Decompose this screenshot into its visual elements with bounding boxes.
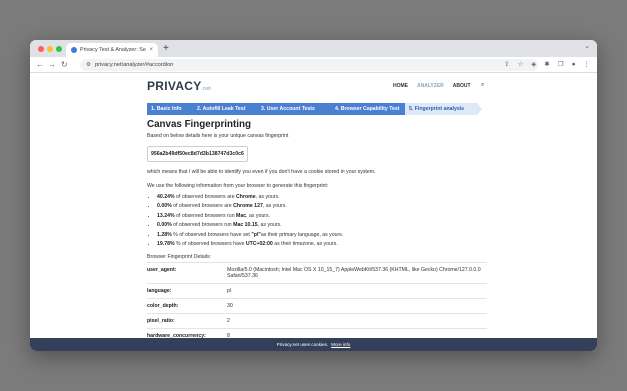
toolbar-icons: ⇪ ☆ ◈ ✱ ❐ ● ⋮ [504,61,590,69]
detail-value: pl [227,282,487,299]
new-tab-button[interactable]: + [163,43,169,55]
browser-toolbar: ← → ↻ ⚙ privacy.net/analyzer/#accordion … [30,57,597,73]
detail-value: 2 [227,312,487,329]
page-viewport: PRIVACY.net HOME ANALYZER ABOUT ⌕ 1. Bas… [30,73,597,351]
minimize-window-button[interactable] [47,46,53,52]
detail-key: pixel_ratio: [147,312,227,329]
bookmark-star-icon[interactable]: ☆ [517,61,523,69]
browser-menu-icon[interactable]: ⋮ [584,61,591,69]
list-item: 0.00% of observed browsers run Mac 10.15… [157,222,487,228]
extension-icon[interactable]: ◈ [531,61,536,69]
close-icon[interactable]: × [149,47,153,53]
intro-text: Based on below details here is your uniq… [147,133,289,139]
detail-key: language: [147,282,227,299]
cookie-text: Privacy.net uses cookies. [276,342,329,347]
step-fingerprint-analysis[interactable]: 5. Fingerprint analysis [405,103,482,115]
details-title: Browser Fingerprint Details: [147,253,212,260]
main-content: Canvas Fingerprinting Based on below det… [147,117,487,343]
maximize-window-button[interactable] [56,46,62,52]
cookie-banner: Privacy.net uses cookies. More info [30,338,597,351]
extensions-puzzle-icon[interactable]: ✱ [544,61,549,69]
list-item: 13.24% of observed browsers run Mac, as … [157,213,487,219]
back-icon[interactable]: ← [36,60,44,69]
tab-strip: Privacy Test & Analyzer: See × + ⌄ [30,40,597,57]
step-user-account-tests[interactable]: 3. User Account Tests [257,103,331,115]
tab-title: Privacy Test & Analyzer: See [80,47,147,53]
table-row: user_agent: Mozilla/5.0 (Macintosh; Inte… [147,261,487,284]
list-item: 0.00% of observed browsers are Chrome 12… [157,203,487,209]
install-icon[interactable]: ⇪ [504,61,509,69]
cookie-more-info-link[interactable]: More info [331,342,350,347]
forward-icon[interactable]: → [48,60,56,69]
identify-note: which means that I will be able to ident… [147,169,376,175]
logo-text: PRIVACY [147,79,202,93]
detail-value: Mozilla/5.0 (Macintosh; Intel Mac OS X 1… [227,261,487,284]
close-window-button[interactable] [38,46,44,52]
browser-window: Privacy Test & Analyzer: See × + ⌄ ← → ↻… [30,40,597,351]
info-note: We use the following information from yo… [147,183,329,189]
search-icon[interactable]: ⌕ [481,82,484,89]
profile-avatar-icon[interactable]: ● [572,61,576,69]
step-autofill-leak-test[interactable]: 2. Autofill Leak Test [193,103,257,115]
fingerprint-details-table: user_agent: Mozilla/5.0 (Macintosh; Inte… [147,261,487,343]
page-title: Canvas Fingerprinting [147,119,251,130]
fingerprint-hash: 956a2b49df50ec8d7d3b138747d3c0c6 [147,146,248,162]
browser-tab[interactable]: Privacy Test & Analyzer: See × [66,43,158,57]
fingerprint-facts-list: 40.24% of observed browsers are Chrome, … [147,194,487,247]
step-basic-info[interactable]: 1. Basic Info [147,103,193,115]
table-row: pixel_ratio: 2 [147,312,487,329]
table-row: language: pl [147,282,487,299]
side-panel-icon[interactable]: ❐ [558,61,564,69]
shield-icon [71,47,77,53]
tab-search-icon[interactable]: ⌄ [584,42,590,50]
logo-suffix: .net [201,86,212,92]
step-browser-capability-test[interactable]: 4. Browser Capability Test [331,103,405,115]
site-info-icon[interactable]: ⚙ [86,62,91,68]
detail-key: user_agent: [147,261,227,284]
reload-icon[interactable]: ↻ [61,60,68,69]
site-logo[interactable]: PRIVACY.net [147,79,211,93]
nav-analyzer[interactable]: ANALYZER [417,83,444,89]
nav-about[interactable]: ABOUT [453,83,471,89]
list-item: 19.78% % of observed browsers have UTC+0… [157,241,487,247]
main-nav: HOME ANALYZER ABOUT [393,83,471,89]
nav-home[interactable]: HOME [393,83,408,89]
list-item: 1.28% % of observed browsers have set "p… [157,232,487,238]
site-header: PRIVACY.net HOME ANALYZER ABOUT ⌕ [147,79,487,95]
address-bar[interactable]: ⚙ privacy.net/analyzer/#accordion [80,59,538,71]
step-progress-bar: 1. Basic Info 2. Autofill Leak Test 3. U… [147,103,482,115]
detail-value: 30 [227,297,487,314]
url-text[interactable]: privacy.net/analyzer/#accordion [95,62,173,68]
detail-key: color_depth: [147,297,227,314]
list-item: 40.24% of observed browsers are Chrome, … [157,194,487,200]
table-row: color_depth: 30 [147,297,487,314]
